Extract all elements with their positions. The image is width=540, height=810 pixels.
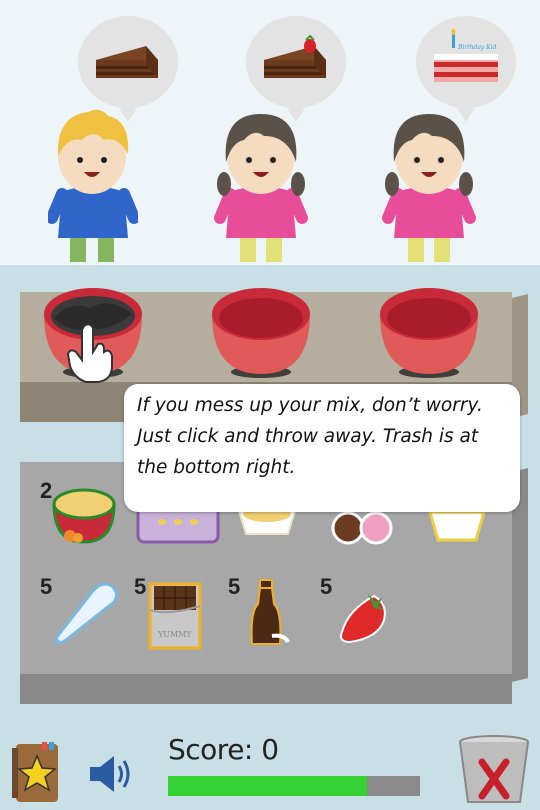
hand-pointer-icon (66, 323, 113, 383)
piping-bag-icon[interactable] (52, 580, 122, 650)
progress-fill (168, 776, 368, 796)
tooltip-text: If you mess up your mix, don’t worry. Ju… (137, 395, 483, 478)
customer-girl-2[interactable] (382, 106, 476, 266)
journal-star-icon[interactable] (8, 740, 62, 804)
ingredient-count-chocolate-bar: 5 (134, 574, 147, 599)
chocolate-bar-label: YUMMY (158, 630, 192, 639)
ingredient-count-chocolate-syrup: 5 (228, 574, 241, 599)
score-label: Score: 0 (168, 733, 279, 766)
tutorial-tooltip[interactable]: If you mess up your mix, don’t worry. Ju… (124, 384, 520, 512)
shelf-bottom (20, 674, 512, 704)
strawberry-icon[interactable] (338, 590, 388, 646)
customer-boy[interactable] (48, 106, 138, 266)
chocolate-bar-icon[interactable] (146, 580, 204, 652)
speaker-icon[interactable] (88, 754, 136, 794)
mixing-bowl-ingredient-icon[interactable] (50, 486, 118, 546)
progress-bar (168, 776, 420, 796)
chocolate-syrup-icon[interactable] (244, 578, 290, 652)
cream-bowl-icon[interactable] (426, 506, 488, 546)
mixing-bowl-2[interactable] (208, 284, 314, 384)
ingredient-count-strawberry: 5 (320, 574, 333, 599)
ice-cream-scoops-icon[interactable] (328, 506, 398, 546)
strawberry-cake-slice-icon (264, 34, 326, 78)
ingredient-count-piping-bag: 5 (40, 574, 53, 599)
chocolate-cake-slice-icon (96, 46, 158, 78)
birthday-cake-slice-icon (434, 29, 498, 82)
trash-can-icon[interactable] (456, 734, 532, 806)
cake-text: Birthday Kid (458, 44, 497, 51)
mixing-bowl-3[interactable] (376, 284, 482, 384)
customer-girl-1[interactable] (214, 106, 308, 266)
